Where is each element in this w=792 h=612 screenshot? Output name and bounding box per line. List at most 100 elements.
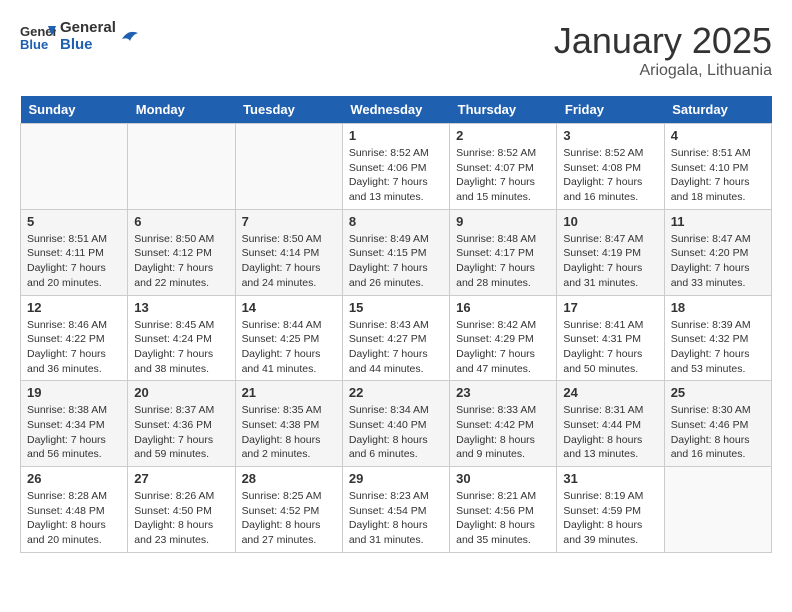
day-number: 21: [242, 385, 336, 400]
day-number: 8: [349, 214, 443, 229]
day-info: Sunrise: 8:31 AM Sunset: 4:44 PM Dayligh…: [563, 403, 657, 462]
title-block: January 2025 Ariogala, Lithuania: [554, 20, 772, 80]
day-info: Sunrise: 8:47 AM Sunset: 4:19 PM Dayligh…: [563, 232, 657, 291]
day-info: Sunrise: 8:39 AM Sunset: 4:32 PM Dayligh…: [671, 318, 765, 377]
day-number: 26: [27, 471, 121, 486]
day-info: Sunrise: 8:50 AM Sunset: 4:12 PM Dayligh…: [134, 232, 228, 291]
page-header: General Blue General Blue January 2025 A…: [20, 20, 772, 80]
day-number: 3: [563, 128, 657, 143]
day-number: 15: [349, 300, 443, 315]
day-number: 5: [27, 214, 121, 229]
calendar-cell: 23 Sunrise: 8:33 AM Sunset: 4:42 PM Dayli…: [450, 381, 557, 467]
day-info: Sunrise: 8:37 AM Sunset: 4:36 PM Dayligh…: [134, 403, 228, 462]
day-info: Sunrise: 8:33 AM Sunset: 4:42 PM Dayligh…: [456, 403, 550, 462]
day-number: 14: [242, 300, 336, 315]
day-info: Sunrise: 8:50 AM Sunset: 4:14 PM Dayligh…: [242, 232, 336, 291]
day-info: Sunrise: 8:47 AM Sunset: 4:20 PM Dayligh…: [671, 232, 765, 291]
calendar-cell: 11 Sunrise: 8:47 AM Sunset: 4:20 PM Dayli…: [664, 209, 771, 295]
day-number: 19: [27, 385, 121, 400]
day-info: Sunrise: 8:44 AM Sunset: 4:25 PM Dayligh…: [242, 318, 336, 377]
day-number: 27: [134, 471, 228, 486]
day-info: Sunrise: 8:52 AM Sunset: 4:07 PM Dayligh…: [456, 146, 550, 205]
day-number: 29: [349, 471, 443, 486]
calendar-cell: 7 Sunrise: 8:50 AM Sunset: 4:14 PM Daylig…: [235, 209, 342, 295]
day-number: 10: [563, 214, 657, 229]
day-info: Sunrise: 8:19 AM Sunset: 4:59 PM Dayligh…: [563, 489, 657, 548]
day-header-monday: Monday: [128, 96, 235, 124]
calendar-cell: 1 Sunrise: 8:52 AM Sunset: 4:06 PM Daylig…: [342, 124, 449, 210]
calendar-cell: 12 Sunrise: 8:46 AM Sunset: 4:22 PM Dayli…: [21, 295, 128, 381]
calendar-cell: 25 Sunrise: 8:30 AM Sunset: 4:46 PM Dayli…: [664, 381, 771, 467]
logo-blue: Blue: [60, 37, 116, 54]
calendar-cell: 29 Sunrise: 8:23 AM Sunset: 4:54 PM Dayli…: [342, 467, 449, 553]
calendar-cell: 2Sunrise: 8:52 AM Sunset: 4:07 PM Daylig…: [450, 124, 557, 210]
day-info: Sunrise: 8:46 AM Sunset: 4:22 PM Dayligh…: [27, 318, 121, 377]
week-row-3: 12 Sunrise: 8:46 AM Sunset: 4:22 PM Dayli…: [21, 295, 772, 381]
day-info: Sunrise: 8:49 AM Sunset: 4:15 PM Dayligh…: [349, 232, 443, 291]
calendar-cell: 9Sunrise: 8:48 AM Sunset: 4:17 PM Daylig…: [450, 209, 557, 295]
day-number: 18: [671, 300, 765, 315]
day-info: Sunrise: 8:21 AM Sunset: 4:56 PM Dayligh…: [456, 489, 550, 548]
calendar-cell: 4Sunrise: 8:51 AM Sunset: 4:10 PM Daylig…: [664, 124, 771, 210]
week-row-5: 26 Sunrise: 8:28 AM Sunset: 4:48 PM Dayli…: [21, 467, 772, 553]
week-row-1: 1 Sunrise: 8:52 AM Sunset: 4:06 PM Daylig…: [21, 124, 772, 210]
calendar-cell: 16 Sunrise: 8:42 AM Sunset: 4:29 PM Dayli…: [450, 295, 557, 381]
calendar-cell: 8 Sunrise: 8:49 AM Sunset: 4:15 PM Daylig…: [342, 209, 449, 295]
week-row-4: 19 Sunrise: 8:38 AM Sunset: 4:34 PM Dayli…: [21, 381, 772, 467]
calendar-cell: [664, 467, 771, 553]
logo-bird-icon: [120, 27, 140, 47]
day-number: 17: [563, 300, 657, 315]
calendar-cell: 20Sunrise: 8:37 AM Sunset: 4:36 PM Dayli…: [128, 381, 235, 467]
day-info: Sunrise: 8:35 AM Sunset: 4:38 PM Dayligh…: [242, 403, 336, 462]
day-info: Sunrise: 8:25 AM Sunset: 4:52 PM Dayligh…: [242, 489, 336, 548]
day-number: 11: [671, 214, 765, 229]
day-info: Sunrise: 8:52 AM Sunset: 4:06 PM Dayligh…: [349, 146, 443, 205]
day-info: Sunrise: 8:26 AM Sunset: 4:50 PM Dayligh…: [134, 489, 228, 548]
day-number: 22: [349, 385, 443, 400]
day-number: 30: [456, 471, 550, 486]
day-info: Sunrise: 8:41 AM Sunset: 4:31 PM Dayligh…: [563, 318, 657, 377]
calendar-cell: 31 Sunrise: 8:19 AM Sunset: 4:59 PM Dayli…: [557, 467, 664, 553]
svg-text:Blue: Blue: [20, 37, 48, 52]
day-header-sunday: Sunday: [21, 96, 128, 124]
day-info: Sunrise: 8:34 AM Sunset: 4:40 PM Dayligh…: [349, 403, 443, 462]
calendar-cell: [128, 124, 235, 210]
day-number: 31: [563, 471, 657, 486]
calendar-cell: 3 Sunrise: 8:52 AM Sunset: 4:08 PM Daylig…: [557, 124, 664, 210]
calendar-cell: [21, 124, 128, 210]
calendar-cell: 28 Sunrise: 8:25 AM Sunset: 4:52 PM Dayli…: [235, 467, 342, 553]
calendar-cell: 30 Sunrise: 8:21 AM Sunset: 4:56 PM Dayli…: [450, 467, 557, 553]
day-number: 9: [456, 214, 550, 229]
day-number: 7: [242, 214, 336, 229]
calendar-cell: 15 Sunrise: 8:43 AM Sunset: 4:27 PM Dayli…: [342, 295, 449, 381]
calendar-cell: 19 Sunrise: 8:38 AM Sunset: 4:34 PM Dayli…: [21, 381, 128, 467]
day-number: 28: [242, 471, 336, 486]
calendar-cell: 21 Sunrise: 8:35 AM Sunset: 4:38 PM Dayli…: [235, 381, 342, 467]
calendar-cell: 6Sunrise: 8:50 AM Sunset: 4:12 PM Daylig…: [128, 209, 235, 295]
day-number: 16: [456, 300, 550, 315]
day-info: Sunrise: 8:23 AM Sunset: 4:54 PM Dayligh…: [349, 489, 443, 548]
calendar-cell: [235, 124, 342, 210]
location: Ariogala, Lithuania: [554, 62, 772, 80]
logo-icon: General Blue: [20, 22, 56, 52]
day-info: Sunrise: 8:45 AM Sunset: 4:24 PM Dayligh…: [134, 318, 228, 377]
day-info: Sunrise: 8:52 AM Sunset: 4:08 PM Dayligh…: [563, 146, 657, 205]
day-info: Sunrise: 8:38 AM Sunset: 4:34 PM Dayligh…: [27, 403, 121, 462]
day-info: Sunrise: 8:43 AM Sunset: 4:27 PM Dayligh…: [349, 318, 443, 377]
days-header-row: SundayMondayTuesdayWednesdayThursdayFrid…: [21, 96, 772, 124]
day-number: 1: [349, 128, 443, 143]
month-title: January 2025: [554, 20, 772, 62]
calendar-cell: 5Sunrise: 8:51 AM Sunset: 4:11 PM Daylig…: [21, 209, 128, 295]
day-header-wednesday: Wednesday: [342, 96, 449, 124]
calendar-cell: 27 Sunrise: 8:26 AM Sunset: 4:50 PM Dayli…: [128, 467, 235, 553]
calendar-cell: 18 Sunrise: 8:39 AM Sunset: 4:32 PM Dayli…: [664, 295, 771, 381]
day-info: Sunrise: 8:30 AM Sunset: 4:46 PM Dayligh…: [671, 403, 765, 462]
day-number: 23: [456, 385, 550, 400]
day-number: 4: [671, 128, 765, 143]
day-number: 13: [134, 300, 228, 315]
day-number: 25: [671, 385, 765, 400]
day-number: 12: [27, 300, 121, 315]
day-info: Sunrise: 8:28 AM Sunset: 4:48 PM Dayligh…: [27, 489, 121, 548]
day-info: Sunrise: 8:42 AM Sunset: 4:29 PM Dayligh…: [456, 318, 550, 377]
day-header-tuesday: Tuesday: [235, 96, 342, 124]
